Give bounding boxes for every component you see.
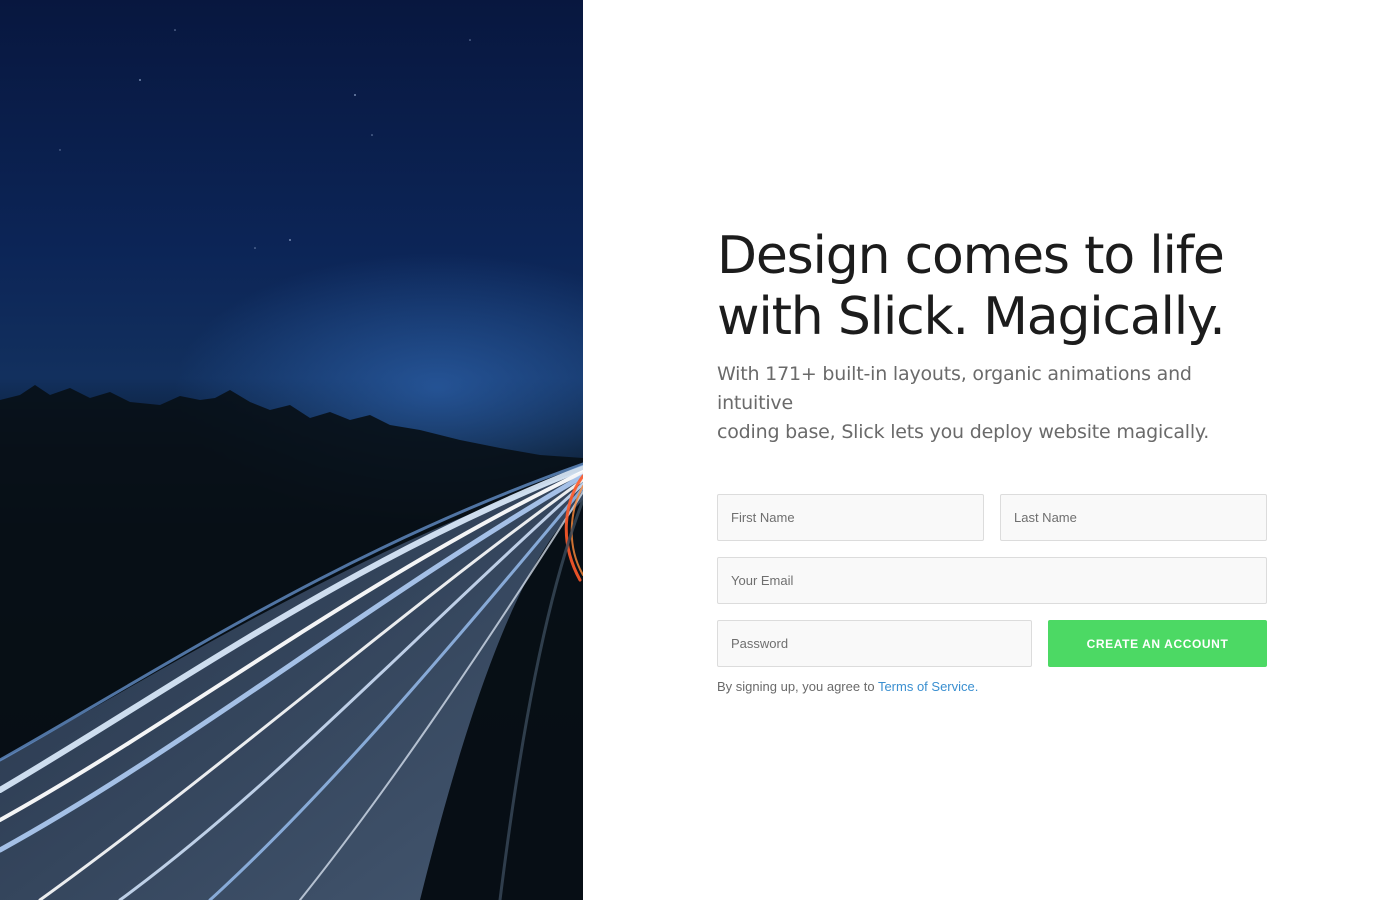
email-row	[717, 557, 1267, 604]
email-input[interactable]	[717, 557, 1267, 604]
signup-form: CREATE AN ACCOUNT By signing up, you agr…	[717, 494, 1267, 694]
page-subtitle: With 171+ built-in layouts, organic anim…	[717, 360, 1267, 447]
first-name-input[interactable]	[717, 494, 984, 541]
password-row: CREATE AN ACCOUNT	[717, 620, 1267, 667]
subtitle-line-2: coding base, Slick lets you deploy websi…	[717, 421, 1210, 443]
page-title: Design comes to life with Slick. Magical…	[717, 226, 1267, 348]
highway-light-trails-image	[0, 0, 583, 900]
signup-page: Design comes to life with Slick. Magical…	[0, 0, 1400, 900]
headline-line-2: with Slick. Magically.	[717, 287, 1226, 347]
create-account-button[interactable]: CREATE AN ACCOUNT	[1048, 620, 1267, 667]
terms-of-service-link[interactable]: Terms of Service.	[878, 679, 978, 694]
last-name-input[interactable]	[1000, 494, 1267, 541]
password-input[interactable]	[717, 620, 1032, 667]
hero-image	[0, 0, 583, 900]
terms-text: By signing up, you agree to	[717, 679, 875, 694]
headline-line-1: Design comes to life	[717, 226, 1225, 286]
subtitle-line-1: With 171+ built-in layouts, organic anim…	[717, 363, 1192, 414]
signup-content: Design comes to life with Slick. Magical…	[717, 226, 1267, 694]
terms-notice: By signing up, you agree to Terms of Ser…	[717, 679, 1267, 694]
name-row	[717, 494, 1267, 541]
